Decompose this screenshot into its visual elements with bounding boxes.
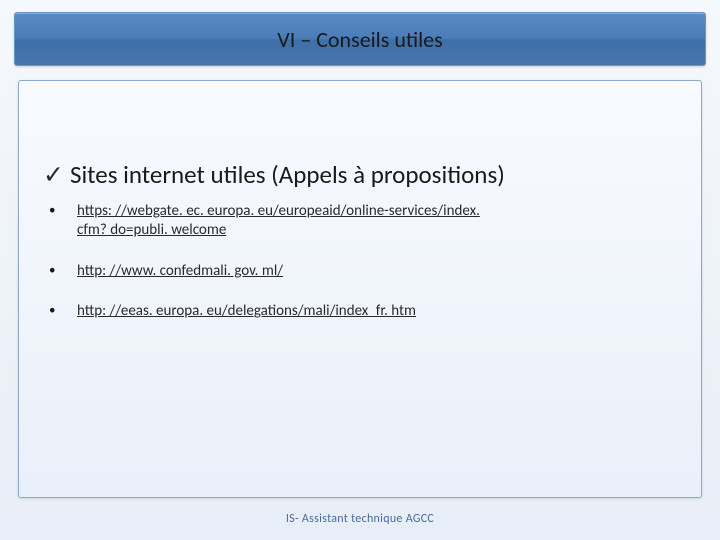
link-1[interactable]: http: //www. confedmali. gov. ml/ bbox=[77, 262, 283, 281]
bullet-icon: • bbox=[49, 262, 77, 280]
list-item: • http: //eeas. europa. eu/delegations/m… bbox=[49, 302, 677, 321]
list-item: • http: //www. confedmali. gov. ml/ bbox=[49, 262, 677, 281]
bullet-icon: • bbox=[49, 202, 77, 220]
list-item: • https: //webgate. ec. europa. eu/europ… bbox=[49, 202, 677, 240]
slide-title: VI – Conseils utiles bbox=[277, 26, 442, 53]
link-0[interactable]: https: //webgate. ec. europa. eu/europea… bbox=[77, 202, 497, 240]
footer-text: IS- Assistant technique AGCC bbox=[0, 512, 720, 526]
heading-text: Sites internet utiles (Appels à proposit… bbox=[70, 159, 505, 190]
section-heading: ✓ Sites internet utiles (Appels à propos… bbox=[43, 159, 677, 190]
checkmark-icon: ✓ bbox=[43, 162, 64, 187]
bullet-icon: • bbox=[49, 302, 77, 320]
content-box: ✓ Sites internet utiles (Appels à propos… bbox=[18, 80, 702, 498]
title-bar: VI – Conseils utiles bbox=[14, 12, 706, 66]
link-list: • https: //webgate. ec. europa. eu/europ… bbox=[43, 202, 677, 321]
slide: VI – Conseils utiles ✓ Sites internet ut… bbox=[0, 0, 720, 540]
link-2[interactable]: http: //eeas. europa. eu/delegations/mal… bbox=[77, 302, 416, 321]
